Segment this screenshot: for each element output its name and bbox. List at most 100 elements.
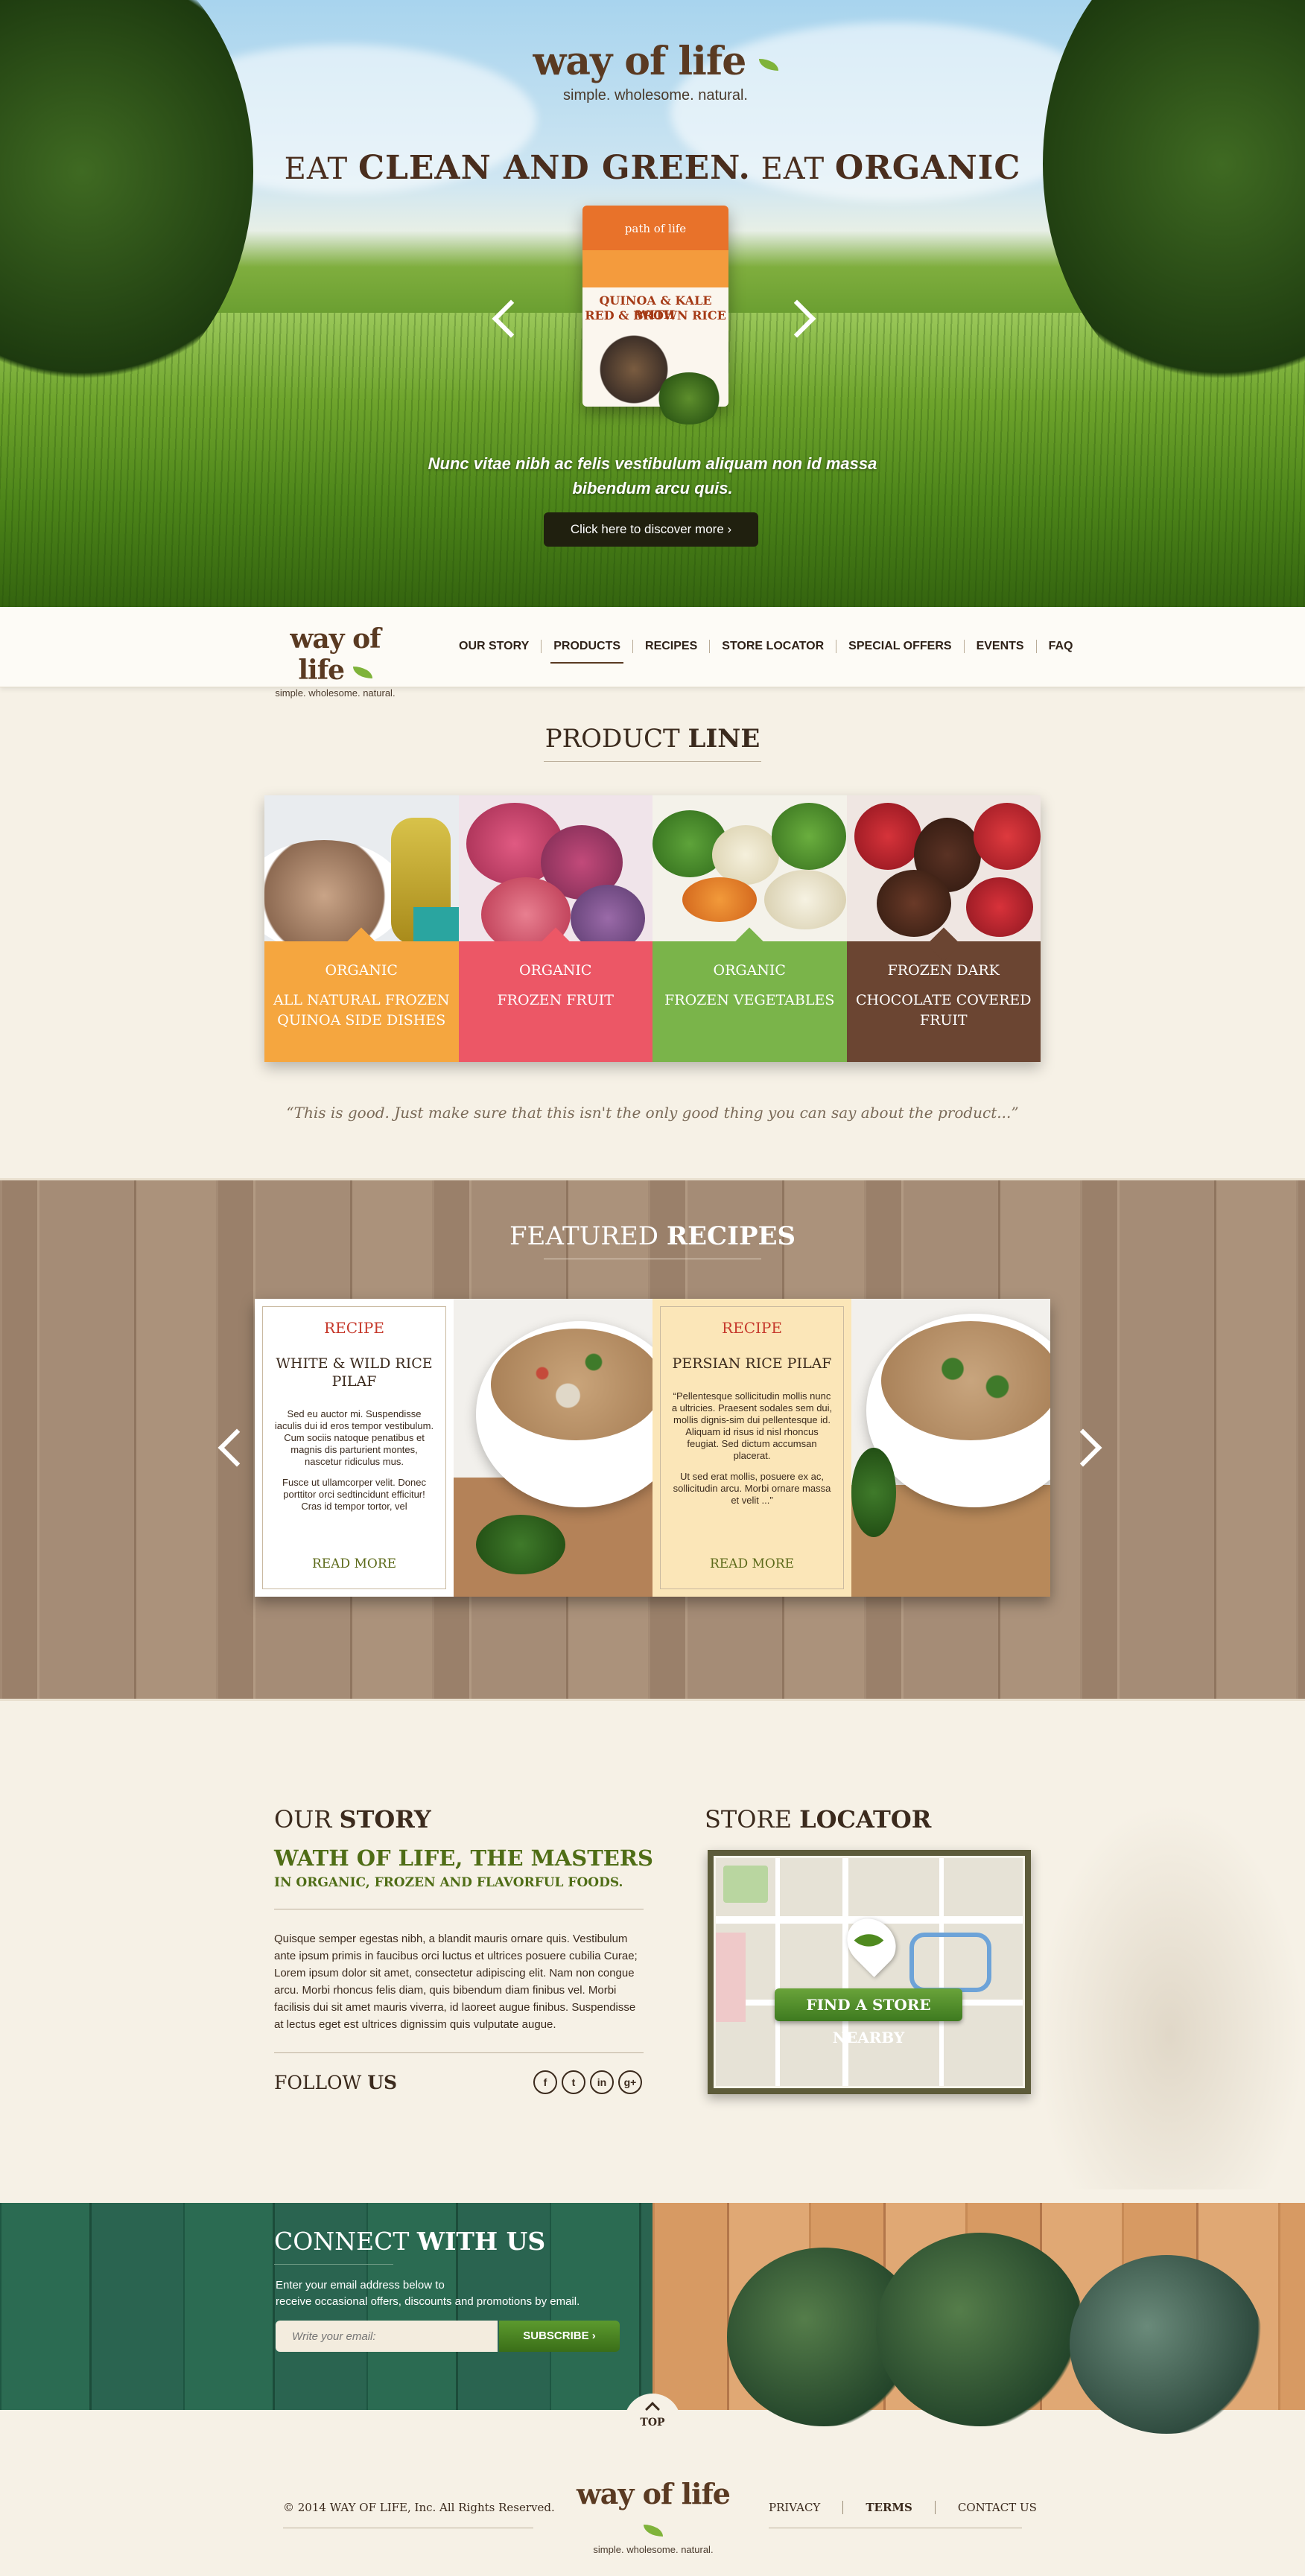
story-subtitle-2: IN ORGANIC, FROZEN AND FLAVORFUL FOODS. xyxy=(274,1875,623,1890)
chocolate-fruit-image xyxy=(846,795,1041,941)
nav-item-our-story[interactable]: OUR STORY xyxy=(447,640,541,653)
title-light: OUR xyxy=(274,1805,332,1834)
product-label-name: FROZEN FRUIT xyxy=(497,992,614,1008)
main-nav: way of life simple. wholesome. natural. … xyxy=(0,607,1305,699)
logo-text: way of life xyxy=(577,2477,731,2510)
leaf-icon xyxy=(644,2524,663,2537)
quinoa-image xyxy=(264,795,459,941)
recipe-card[interactable]: RECIPE WHITE & WILD RICE PILAF Sed eu au… xyxy=(255,1299,454,1597)
title-bold: LOCATOR xyxy=(799,1805,932,1834)
bag-name-line2: RED & BROWN RICE xyxy=(585,308,726,322)
rice-pilaf-image xyxy=(454,1299,652,1597)
recipe-description: Fusce ut ullamcorper velit. Donec portti… xyxy=(282,1477,426,1512)
featured-recipes-title: FEATURED RECIPES xyxy=(0,1221,1305,1251)
nav-item-faq[interactable]: FAQ xyxy=(1037,640,1085,653)
product-label-top: ORGANIC xyxy=(325,962,398,979)
social-links: f t in g+ xyxy=(533,2070,642,2094)
nav-item-store-locator[interactable]: STORE LOCATOR xyxy=(710,640,836,653)
title-light: FEATURED xyxy=(509,1221,659,1251)
frozen-fruit-image xyxy=(458,795,652,941)
wood-background xyxy=(652,2203,1305,2434)
title-part: ORGANIC xyxy=(834,149,1021,187)
title-part: EAT xyxy=(761,152,825,186)
discover-more-button[interactable]: Click here to discover more › xyxy=(544,512,758,547)
recipe-title: PERSIAN RICE PILAF xyxy=(672,1355,832,1372)
recipe-title: WHITE & WILD RICE PILAF xyxy=(276,1355,433,1390)
find-store-button[interactable]: FIND A STORE NEARBY xyxy=(775,1988,962,2047)
follow-us-label: FOLLOW US xyxy=(274,2072,397,2093)
product-line-title: PRODUCT LINE xyxy=(541,724,764,754)
contact-link[interactable]: CONTACT US xyxy=(936,2501,1059,2514)
hero-banner: way of life simple. wholesome. natural. … xyxy=(0,0,1305,607)
recipe-description: Ut sed erat mollis, posuere ex ac, solli… xyxy=(673,1471,831,1506)
recipe-tag: RECIPE xyxy=(324,1319,384,1337)
linkedin-icon[interactable]: in xyxy=(590,2070,614,2094)
connect-text: Enter your email address below to receiv… xyxy=(276,2277,633,2310)
store-locator-title: STORE LOCATOR xyxy=(705,1805,931,1834)
our-story-title: OUR STORY xyxy=(274,1805,431,1834)
ornament-divider xyxy=(544,761,761,762)
logo-tagline: simple. wholesome. natural. xyxy=(275,687,396,699)
testimonial-quote: “This is good. Just make sure that this … xyxy=(286,1104,1019,1122)
product-label-top: ORGANIC xyxy=(519,962,592,979)
title-bold: RECIPES xyxy=(666,1221,796,1251)
connect-text-line: Enter your email address below to xyxy=(276,2279,445,2292)
connect-section xyxy=(0,2203,1305,2434)
privacy-link[interactable]: PRIVACY xyxy=(769,2501,842,2514)
product-label: FROZEN DARK CHOCOLATE COVERED FRUIT xyxy=(846,927,1041,1062)
google-plus-icon[interactable]: g+ xyxy=(618,2070,642,2094)
title-part: CLEAN AND GREEN. xyxy=(358,149,751,187)
story-subtitle: WATH OF LIFE, THE MASTERS xyxy=(274,1845,653,1871)
facebook-icon[interactable]: f xyxy=(533,2070,557,2094)
product-label-top: ORGANIC xyxy=(713,962,786,979)
chevron-up-icon xyxy=(645,2402,660,2417)
hero-title: EAT CLEAN AND GREEN. EAT ORGANIC xyxy=(223,149,1082,187)
footer-links: PRIVACY TERMS CONTACT US xyxy=(769,2501,1059,2514)
logo-tagline: simple. wholesome. natural. xyxy=(563,87,748,104)
frozen-vegetables-image xyxy=(652,795,847,941)
product-label: ORGANIC FROZEN VEGETABLES xyxy=(652,927,847,1062)
product-label-name: ALL NATURAL FROZEN QUINOA SIDE DISHES xyxy=(273,992,450,1028)
hero-logo[interactable]: way of life simple. wholesome. natural. xyxy=(521,39,790,104)
title-bold: WITH US xyxy=(416,2227,546,2256)
title-light: PRODUCT xyxy=(544,724,680,754)
nav-item-events[interactable]: EVENTS xyxy=(965,640,1036,653)
bag-brand: path of life xyxy=(624,222,687,235)
connect-text-line: receive occasional offers, discounts and… xyxy=(276,2295,580,2308)
subscribe-button[interactable]: SUBSCRIBE › xyxy=(499,2321,620,2352)
product-card-vegetables[interactable]: ORGANIC FROZEN VEGETABLES xyxy=(652,795,847,1062)
nav-item-special-offers[interactable]: SPECIAL OFFERS xyxy=(836,640,963,653)
ornament-divider xyxy=(274,2264,393,2265)
story-body: Quisque semper egestas nibh, a blandit m… xyxy=(274,1933,638,2031)
title-part: EAT xyxy=(284,152,349,186)
nav-item-products[interactable]: PRODUCTS xyxy=(542,640,632,664)
read-more-link[interactable]: READ MORE xyxy=(255,1556,454,1571)
product-card-chocolate[interactable]: FROZEN DARK CHOCOLATE COVERED FRUIT xyxy=(846,795,1041,1062)
footer-logo[interactable]: way of life simple. wholesome. natural. xyxy=(574,2477,733,2555)
leaf-icon xyxy=(758,58,778,71)
recipe-tag: RECIPE xyxy=(722,1319,782,1337)
title-light: CONNECT xyxy=(274,2227,410,2256)
nav-logo[interactable]: way of life simple. wholesome. natural. xyxy=(268,623,402,699)
product-label: ORGANIC ALL NATURAL FROZEN QUINOA SIDE D… xyxy=(264,927,459,1062)
twitter-icon[interactable]: t xyxy=(562,2070,585,2094)
copyright: © 2014 WAY OF LIFE, Inc. All Rights Rese… xyxy=(283,2501,555,2514)
recipe-card[interactable]: RECIPE PERSIAN RICE PILAF “Pellentesque … xyxy=(652,1299,851,1597)
product-label: ORGANIC FROZEN FRUIT xyxy=(458,927,652,1062)
hero-text: Nunc vitae nibh ac felis vestibulum aliq… xyxy=(428,454,877,497)
read-more-link[interactable]: READ MORE xyxy=(652,1556,851,1571)
connect-title: CONNECT WITH US xyxy=(274,2227,545,2256)
product-card-quinoa[interactable]: ORGANIC ALL NATURAL FROZEN QUINOA SIDE D… xyxy=(264,795,459,1062)
recipe-description: Sed eu auctor mi. Suspendisse iaculis du… xyxy=(274,1408,434,1467)
title-light: FOLLOW xyxy=(274,2072,362,2093)
product-label-top: FROZEN DARK xyxy=(887,962,1000,979)
nav-item-recipes[interactable]: RECIPES xyxy=(633,640,709,653)
title-light: STORE xyxy=(705,1805,792,1834)
top-label: TOP xyxy=(640,2417,665,2429)
product-card-fruit[interactable]: ORGANIC FROZEN FRUIT xyxy=(458,795,652,1062)
terms-link[interactable]: TERMS xyxy=(843,2501,935,2514)
title-bold: US xyxy=(367,2072,398,2093)
kale-image xyxy=(655,372,723,424)
product-grid: ORGANIC ALL NATURAL FROZEN QUINOA SIDE D… xyxy=(264,795,1041,1062)
email-field[interactable] xyxy=(276,2321,498,2352)
